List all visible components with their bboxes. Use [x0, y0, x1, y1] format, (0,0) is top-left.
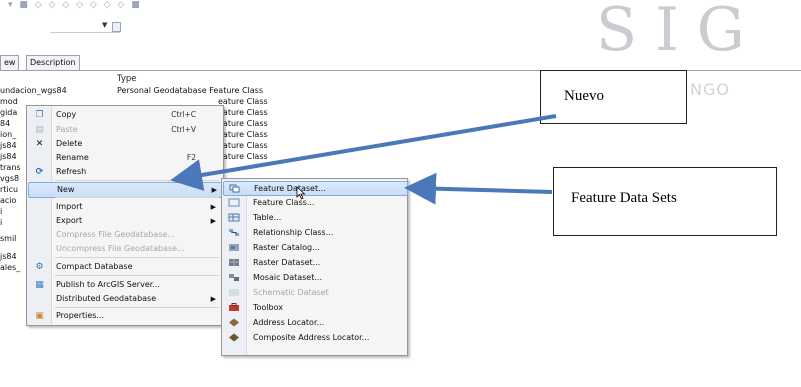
arrow-to-feature-dataset [404, 172, 553, 205]
arrow-to-new-menu [170, 114, 557, 191]
annotation-arrows [170, 114, 557, 205]
